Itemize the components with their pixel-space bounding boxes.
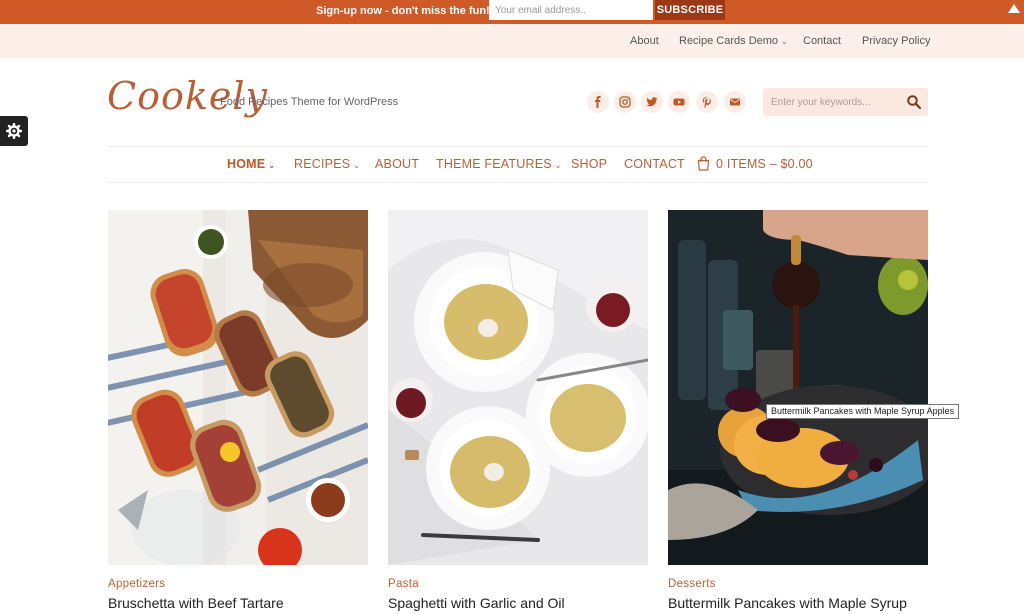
twitter-icon: [646, 97, 658, 107]
promo-email-input[interactable]: [489, 0, 653, 20]
bruschetta-photo: [108, 210, 368, 565]
nav-divider-bottom: [108, 182, 928, 183]
chevron-down-icon: ⌄: [353, 161, 361, 170]
pancakes-photo: [668, 210, 928, 565]
nav-item-about[interactable]: ABOUT: [375, 157, 419, 171]
chevron-down-icon: ⌄: [268, 161, 276, 170]
email-icon: [730, 98, 740, 106]
recipe-image-pancakes[interactable]: [668, 210, 928, 565]
subnav-item-privacy-policy[interactable]: Privacy Policy: [862, 35, 930, 47]
spaghetti-photo: [388, 210, 648, 565]
subnav-item-label: Contact: [803, 35, 841, 47]
recipe-title[interactable]: Buttermilk Pancakes with Maple Syrup: [668, 595, 907, 611]
cart-icon[interactable]: [697, 156, 710, 171]
youtube-link[interactable]: [668, 91, 690, 113]
nav-item-recipes[interactable]: RECIPES ⌄: [294, 157, 360, 171]
subnav-item-label: Privacy Policy: [862, 35, 931, 47]
subscribe-button[interactable]: SUBSCRIBE: [655, 0, 725, 20]
recipe-image-spaghetti[interactable]: [388, 210, 648, 565]
nav-item-label: ABOUT: [375, 157, 420, 171]
subnav-item-contact[interactable]: Contact: [803, 35, 841, 47]
recipe-image-bruschetta[interactable]: [108, 210, 368, 565]
nav-item-theme-features[interactable]: THEME FEATURES ⌄: [436, 157, 562, 171]
pinterest-link[interactable]: [696, 91, 718, 113]
secondary-nav: About Recipe Cards Demo ⌄ Contact Privacy…: [0, 24, 1024, 58]
instagram-link[interactable]: [614, 91, 636, 113]
search-input[interactable]: [763, 88, 903, 116]
site-tagline: Food Recipes Theme for WordPress: [220, 96, 399, 108]
search-icon[interactable]: [906, 94, 922, 110]
nav-item-label: THEME FEATURES: [436, 157, 552, 171]
nav-divider-top: [108, 146, 928, 147]
subnav-item-label: Recipe Cards Demo: [679, 35, 779, 47]
promo-collapse-icon[interactable]: [1008, 4, 1020, 13]
chevron-down-icon: ⌄: [781, 37, 788, 46]
nav-item-label: HOME: [227, 157, 266, 171]
nav-item-label: CONTACT: [624, 157, 685, 171]
subnav-item-recipe-cards-demo[interactable]: Recipe Cards Demo ⌄: [679, 35, 788, 47]
header-search: [763, 88, 928, 116]
recipe-category[interactable]: Pasta: [388, 578, 419, 590]
subnav-item-about[interactable]: About: [630, 35, 659, 47]
nav-item-shop[interactable]: SHOP: [571, 157, 607, 171]
image-tooltip: Buttermilk Pancakes with Maple Syrup App…: [766, 404, 960, 419]
nav-item-contact[interactable]: CONTACT: [624, 157, 685, 171]
nav-item-home[interactable]: HOME ⌄: [227, 157, 275, 171]
nav-item-label: RECIPES: [294, 157, 351, 171]
email-link[interactable]: [724, 91, 746, 113]
facebook-link[interactable]: [587, 91, 609, 113]
youtube-icon: [673, 98, 685, 106]
subnav-item-label: About: [630, 35, 659, 47]
recipe-category[interactable]: Appetizers: [108, 578, 165, 590]
nav-item-label: SHOP: [571, 157, 608, 171]
twitter-link[interactable]: [641, 91, 663, 113]
recipe-title[interactable]: Bruschetta with Beef Tartare: [108, 595, 284, 611]
pinterest-icon: [702, 96, 711, 108]
promo-bar: Sign-up now - don't miss the fun! SUBSCR…: [0, 0, 1024, 24]
recipe-category[interactable]: Desserts: [668, 578, 716, 590]
settings-toggle[interactable]: [0, 116, 28, 146]
recipe-title[interactable]: Spaghetti with Garlic and Oil: [388, 595, 565, 611]
instagram-icon: [619, 96, 631, 108]
promo-text: Sign-up now - don't miss the fun!: [316, 5, 490, 17]
nav-cart-summary[interactable]: 0 ITEMS – $0.00: [716, 157, 813, 171]
facebook-icon: [595, 96, 601, 108]
chevron-down-icon: ⌄: [554, 161, 562, 170]
gear-icon: [6, 123, 22, 139]
